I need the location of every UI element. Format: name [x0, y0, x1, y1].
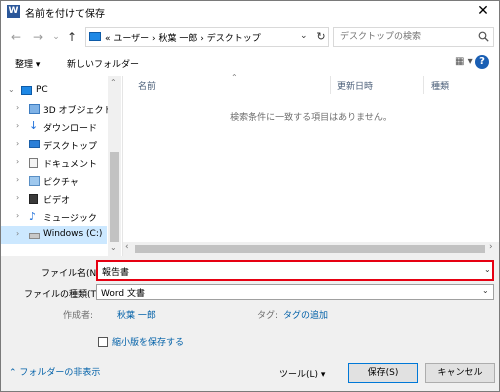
sidebar-item-label: ピクチャ: [43, 178, 79, 188]
view-options-button[interactable]: ▦ ▾: [455, 56, 473, 67]
sidebar-item-documents[interactable]: › ドキュメント: [1, 154, 107, 172]
sort-ascending-icon: ⌃: [231, 73, 238, 82]
desktop-icon: [29, 140, 40, 148]
filetype-dropdown-icon[interactable]: ⌄: [482, 286, 489, 295]
download-arrow-icon: ↓: [29, 119, 39, 132]
window-title: 名前を付けて保存: [25, 9, 105, 20]
filename-dropdown-icon[interactable]: ⌄: [484, 265, 491, 274]
empty-results-message: 検索条件に一致する項目はありません。: [230, 113, 392, 123]
new-folder-button[interactable]: 新しいフォルダー: [67, 57, 139, 70]
sidebar-item-pc[interactable]: ⌄ PC: [1, 82, 107, 100]
drive-icon: [29, 233, 40, 239]
3d-objects-icon: [29, 104, 40, 114]
scroll-down-icon[interactable]: ⌄: [110, 243, 117, 252]
save-thumbnail-label[interactable]: 縮小版を保存する: [112, 335, 184, 348]
pc-icon: [89, 32, 101, 41]
expand-icon[interactable]: ›: [16, 175, 19, 184]
command-toolbar: 整理 ▾ 新しいフォルダー ▦ ▾ ?: [1, 51, 499, 75]
expand-icon[interactable]: ›: [16, 193, 19, 202]
expand-icon[interactable]: ⌄: [8, 85, 15, 94]
refresh-icon[interactable]: ↻: [314, 30, 328, 43]
expand-icon[interactable]: ›: [16, 139, 19, 148]
navigation-bar: ← → ⌄ ↑ « ユーザー › 秋葉 一郎 › デスクトップ ⌄ ↻: [1, 23, 499, 51]
scroll-left-icon[interactable]: ‹: [125, 242, 129, 252]
sidebar-item-videos[interactable]: › ビデオ: [1, 190, 107, 208]
videos-icon: [29, 194, 38, 204]
hide-folders-button[interactable]: ⌃ フォルダーの非表示: [9, 365, 100, 378]
tags-label: タグ:: [257, 311, 279, 321]
author-value[interactable]: 秋葉 一郎: [117, 308, 156, 321]
sidebar-item-label: ダウンロード: [43, 124, 98, 134]
expand-icon[interactable]: ›: [16, 157, 19, 166]
file-list[interactable]: ⌃ 名前 更新日時 種類 検索条件に一致する項目はありません。 ‹ ›: [123, 73, 499, 256]
title-bar: W 名前を付けて保存 ✕: [1, 1, 499, 22]
recent-locations-button[interactable]: ⌄: [49, 30, 63, 44]
sidebar-item-label: デスクトップ: [43, 142, 98, 152]
help-icon[interactable]: ?: [475, 55, 489, 69]
filetype-label: ファイルの種類(T):: [24, 290, 103, 300]
expand-icon[interactable]: ›: [16, 121, 19, 130]
search-input[interactable]: [340, 30, 470, 44]
author-label: 作成者:: [63, 311, 94, 321]
back-button[interactable]: ←: [9, 30, 23, 44]
pictures-icon: [29, 176, 40, 186]
address-bar[interactable]: « ユーザー › 秋葉 一郎 › デスクトップ ⌄ ↻: [85, 27, 329, 47]
sidebar-item-label: 3D オブジェクト: [43, 106, 113, 116]
sidebar-item-music[interactable]: › ♪ ミュージック: [1, 208, 107, 226]
sidebar-item-3d-objects[interactable]: › 3D オブジェクト: [1, 100, 113, 118]
navigation-pane: ⌄ PC › 3D オブジェクト › ↓ ダウンロード › デスクトップ › ド…: [1, 76, 122, 256]
column-header-name[interactable]: 名前: [138, 79, 156, 92]
organize-button[interactable]: 整理 ▾: [15, 57, 40, 70]
scroll-right-icon[interactable]: ›: [489, 242, 493, 252]
sidebar-item-label: Windows (C:): [43, 229, 103, 239]
search-icon: [478, 31, 489, 42]
forward-button[interactable]: →: [31, 30, 45, 44]
column-separator[interactable]: [423, 76, 424, 94]
tools-button[interactable]: ツール(L) ▾: [279, 367, 325, 380]
sidebar-item-windows-c[interactable]: › Windows (C:): [1, 226, 107, 244]
address-dropdown-icon[interactable]: ⌄: [300, 31, 308, 41]
address-path[interactable]: « ユーザー › 秋葉 一郎 › デスクトップ: [105, 31, 261, 44]
column-separator[interactable]: [330, 76, 331, 94]
filename-label: ファイル名(N):: [41, 269, 103, 279]
column-header-modified[interactable]: 更新日時: [337, 79, 373, 92]
scroll-up-icon[interactable]: ⌃: [110, 78, 117, 87]
music-note-icon: ♪: [29, 210, 37, 223]
cancel-button[interactable]: キャンセル: [425, 363, 495, 383]
filename-field-highlight[interactable]: ⌄: [96, 260, 494, 281]
filetype-value: Word 文書: [101, 289, 145, 299]
word-app-icon: W: [7, 5, 20, 18]
sidebar-item-label: ドキュメント: [43, 160, 98, 170]
sidebar-item-pictures[interactable]: › ピクチャ: [1, 172, 107, 190]
document-icon: [29, 158, 38, 168]
save-button[interactable]: 保存(S): [348, 363, 418, 383]
sidebar-item-desktop[interactable]: › デスクトップ: [1, 136, 107, 154]
file-list-scroll-thumb[interactable]: [135, 245, 485, 253]
sidebar-item-label: ミュージック: [43, 214, 97, 224]
pc-icon: [21, 86, 32, 95]
column-header-type[interactable]: 種類: [431, 79, 449, 92]
save-thumbnail-checkbox[interactable]: [98, 337, 108, 347]
sidebar-item-downloads[interactable]: › ↓ ダウンロード: [1, 118, 107, 136]
up-button[interactable]: ↑: [65, 30, 79, 44]
expand-icon[interactable]: ›: [16, 229, 19, 238]
filename-input[interactable]: [102, 265, 472, 278]
sidebar-item-label: PC: [36, 85, 48, 95]
expand-icon[interactable]: ›: [16, 211, 19, 220]
sidebar-item-label: ビデオ: [43, 196, 71, 206]
search-box[interactable]: [333, 27, 494, 47]
expand-icon[interactable]: ›: [16, 103, 19, 112]
filetype-select[interactable]: Word 文書 ⌄: [96, 284, 494, 300]
tags-value[interactable]: タグの追加: [283, 308, 328, 321]
close-button[interactable]: ✕: [467, 1, 499, 22]
save-as-dialog: W 名前を付けて保存 ✕ ← → ⌄ ↑ « ユーザー › 秋葉 一郎 › デス…: [0, 0, 500, 392]
navigation-pane-scroll-thumb[interactable]: [110, 152, 119, 242]
